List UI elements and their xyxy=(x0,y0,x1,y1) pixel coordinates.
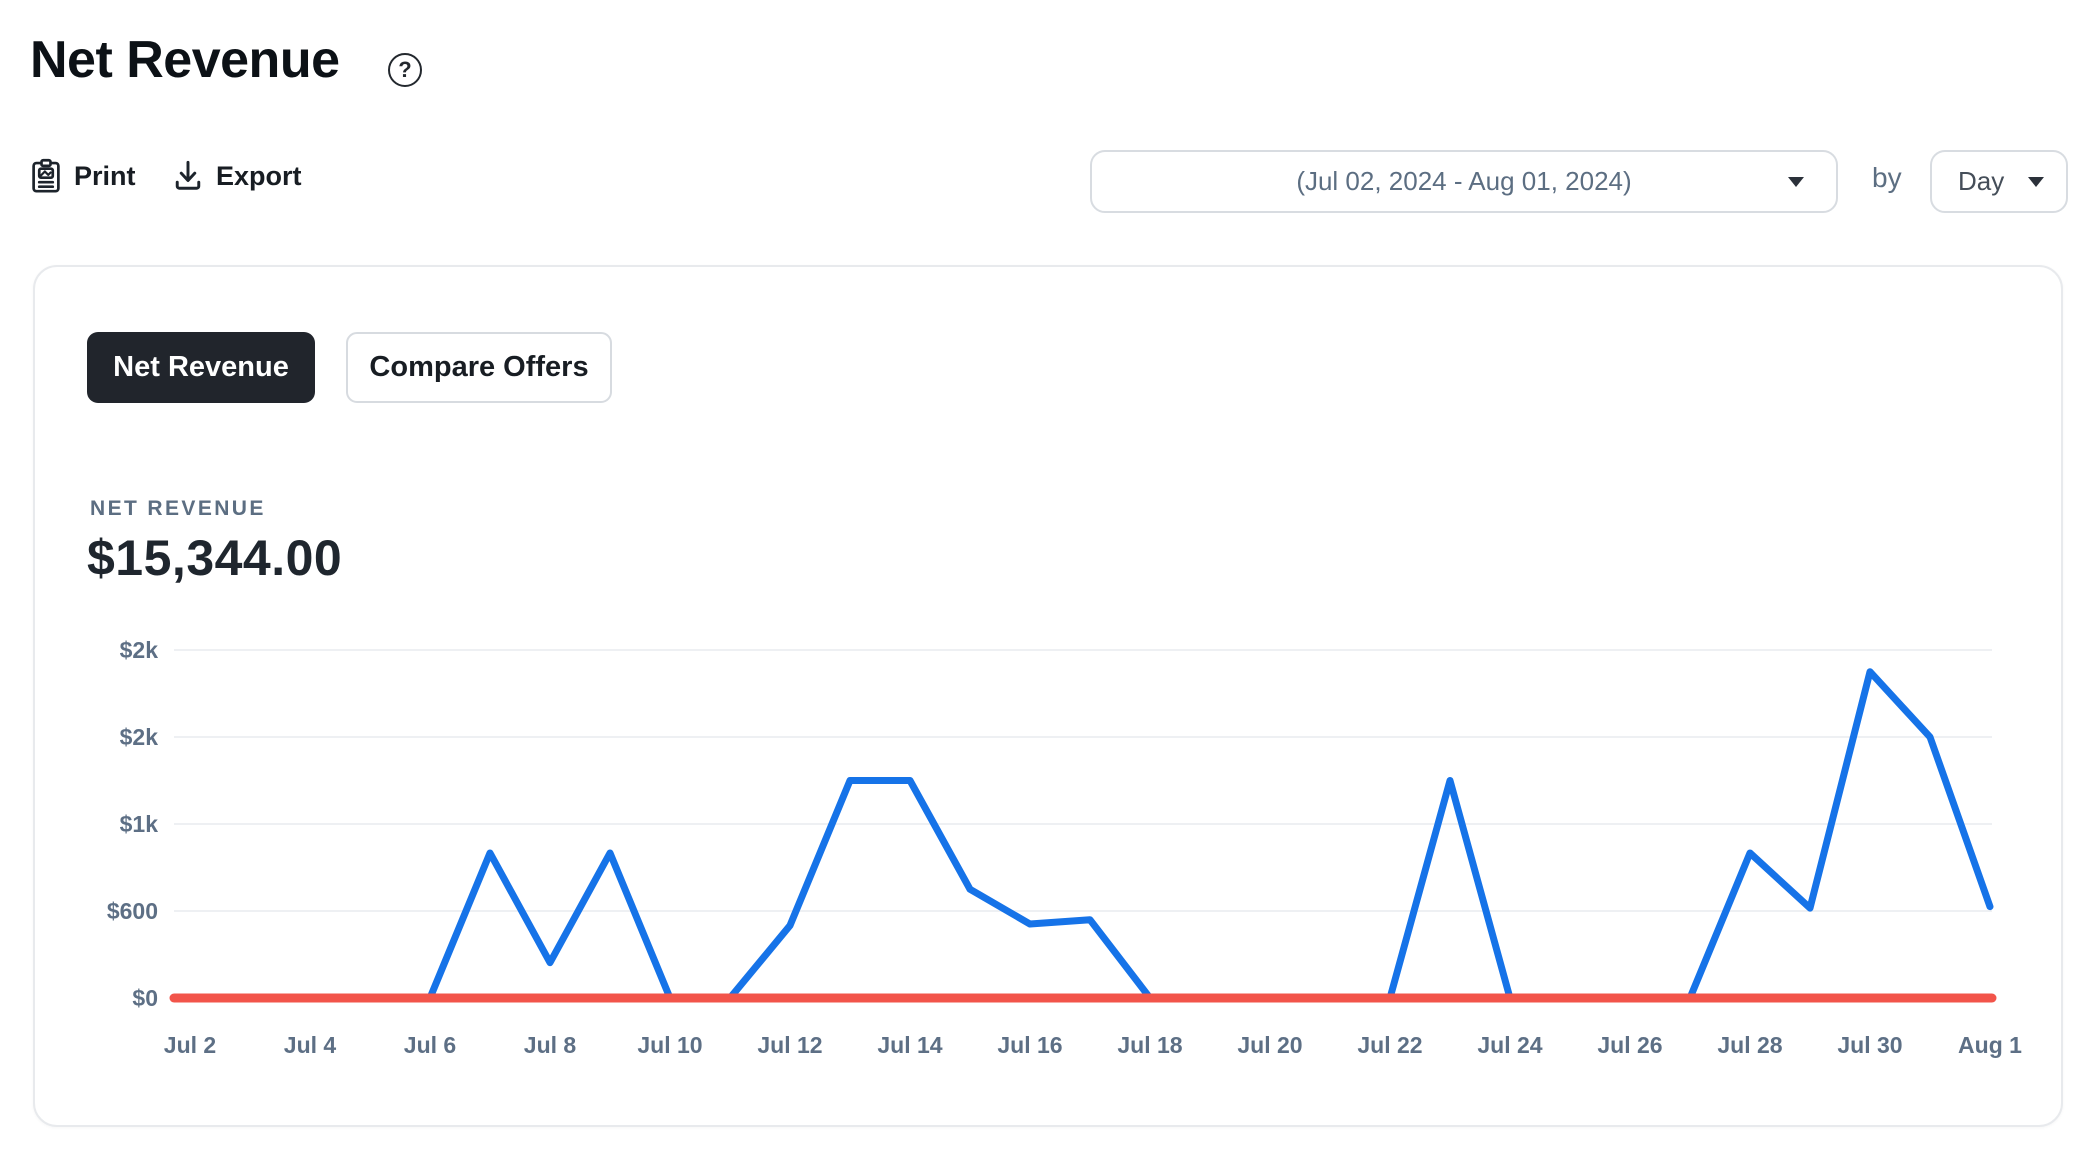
print-button[interactable]: Print xyxy=(30,150,136,202)
net-revenue-page: Net Revenue ? Print Export (Jul 02, 202 xyxy=(0,0,2100,1157)
tab-net-revenue[interactable]: Net Revenue xyxy=(87,332,315,403)
metric-label: NET REVENUE xyxy=(90,497,266,521)
net-revenue-card: Net Revenue Compare Offers NET REVENUE $… xyxy=(33,265,2063,1127)
date-range-dropdown[interactable]: (Jul 02, 2024 - Aug 01, 2024) xyxy=(1090,150,1838,213)
export-label: Export xyxy=(216,161,302,192)
chevron-down-icon xyxy=(2028,177,2044,187)
print-icon xyxy=(30,158,62,194)
help-icon[interactable]: ? xyxy=(388,53,422,87)
interval-dropdown[interactable]: Day xyxy=(1930,150,2068,213)
date-range-value: (Jul 02, 2024 - Aug 01, 2024) xyxy=(1296,166,1631,197)
metric-value: $15,344.00 xyxy=(87,529,342,587)
export-button[interactable]: Export xyxy=(172,150,302,202)
print-label: Print xyxy=(74,161,136,192)
tab-compare-offers[interactable]: Compare Offers xyxy=(346,332,612,403)
page-title: Net Revenue xyxy=(30,30,340,90)
chevron-down-icon xyxy=(1788,177,1804,187)
download-icon xyxy=(172,159,204,193)
by-label: by xyxy=(1872,162,1902,194)
interval-value: Day xyxy=(1958,166,2004,197)
